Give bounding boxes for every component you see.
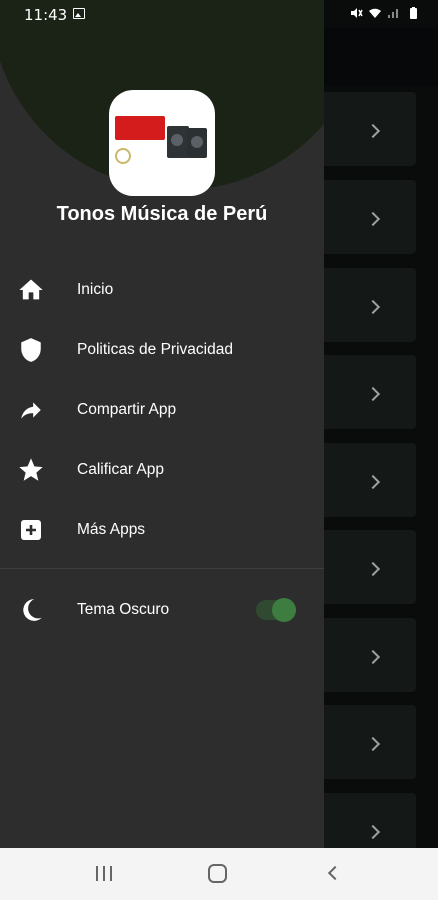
menu-item-label: Politicas de Privacidad <box>77 341 233 358</box>
navigation-drawer: Tonos Música de Perú Inicio Politicas de… <box>0 0 324 848</box>
app-title: Tonos Música de Perú <box>56 203 268 225</box>
logo-flag <box>115 116 165 140</box>
gallery-icon <box>73 8 85 19</box>
status-time: 11:43 <box>24 6 68 24</box>
menu-item-privacy[interactable]: Politicas de Privacidad <box>0 320 324 380</box>
mute-icon <box>351 8 363 18</box>
shield-icon <box>17 336 45 364</box>
logo-disc <box>115 148 131 164</box>
menu-item-label: Calificar App <box>77 461 165 478</box>
signal-icon <box>388 9 398 18</box>
menu-item-dark-theme[interactable]: Tema Oscuro <box>0 580 324 640</box>
chevron-right-icon <box>365 824 381 840</box>
screen: 11:43 ca ca ca <box>0 0 438 900</box>
menu-item-rate[interactable]: Calificar App <box>0 440 324 500</box>
share-icon <box>17 396 45 424</box>
recent-apps-button[interactable] <box>96 866 112 881</box>
menu-item-inicio[interactable]: Inicio <box>0 260 324 320</box>
menu-item-label: Más Apps <box>77 521 146 538</box>
logo-speaker <box>187 128 207 158</box>
chevron-right-icon <box>365 211 381 227</box>
chevron-right-icon <box>365 736 381 752</box>
menu-item-label: Inicio <box>77 281 114 298</box>
chevron-right-icon <box>365 123 381 139</box>
chevron-right-icon <box>365 299 381 315</box>
chevron-right-icon <box>365 386 381 402</box>
back-button[interactable] <box>327 865 343 881</box>
logo-speaker <box>167 126 189 158</box>
status-icons <box>349 6 420 20</box>
plus-box-icon <box>17 516 45 544</box>
menu-item-share[interactable]: Compartir App <box>0 380 324 440</box>
dark-theme-toggle[interactable] <box>256 598 296 622</box>
chevron-right-icon <box>365 649 381 665</box>
star-icon <box>17 456 45 484</box>
battery-icon <box>410 7 417 19</box>
status-bar: 11:43 <box>0 0 438 28</box>
moon-icon <box>17 596 45 624</box>
system-nav-bar <box>0 848 438 900</box>
menu-item-label: Compartir App <box>77 401 177 418</box>
app-logo <box>109 90 215 196</box>
toggle-knob <box>272 598 296 622</box>
menu-item-more-apps[interactable]: Más Apps <box>0 500 324 560</box>
drawer-menu: Inicio Politicas de Privacidad Compartir… <box>0 260 324 560</box>
home-icon <box>17 276 45 304</box>
menu-item-label: Tema Oscuro <box>77 601 170 618</box>
chevron-right-icon <box>365 561 381 577</box>
chevron-right-icon <box>365 474 381 490</box>
drawer-header: Tonos Música de Perú <box>0 0 324 240</box>
wifi-icon <box>369 8 381 18</box>
menu-divider <box>0 568 324 569</box>
home-button[interactable] <box>208 864 227 883</box>
